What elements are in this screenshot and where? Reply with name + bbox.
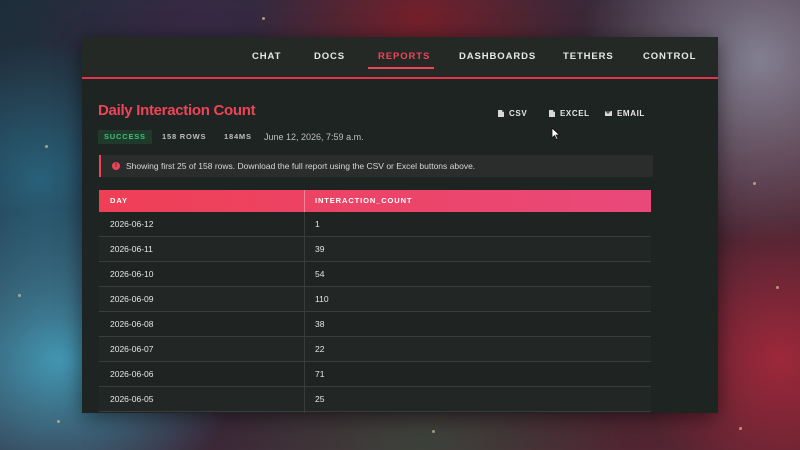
top-navigation: CHAT DOCS REPORTS DASHBOARDS TETHERS CON… xyxy=(82,37,718,79)
column-divider xyxy=(304,190,305,212)
column-divider xyxy=(304,312,305,336)
day-cell: 2026-06-10 xyxy=(110,269,154,279)
table-body: 2026-06-12 1 2026-06-11 39 2026-06-10 54 20… xyxy=(99,212,651,413)
table-row: 2026-06-08 38 xyxy=(99,312,651,337)
column-divider xyxy=(304,262,305,286)
count-cell: 39 xyxy=(315,244,325,254)
count-cell: 25 xyxy=(315,394,325,404)
background-speck xyxy=(45,145,48,148)
mouse-cursor-icon xyxy=(551,127,561,141)
email-button[interactable]: EMAIL xyxy=(605,107,645,121)
mail-icon xyxy=(605,111,612,117)
background-speck xyxy=(18,294,21,297)
background-speck xyxy=(776,286,779,289)
email-label: EMAIL xyxy=(617,109,645,118)
results-table: DAY INTERACTION_COUNT 2026-06-12 1 2026-0… xyxy=(99,190,651,413)
count-cell: 71 xyxy=(315,369,325,379)
nav-docs[interactable]: DOCS xyxy=(314,37,345,77)
row-count: 158 ROWS xyxy=(162,132,207,141)
app-window: CHAT DOCS REPORTS DASHBOARDS TETHERS CON… xyxy=(82,37,718,413)
count-cell: 22 xyxy=(315,344,325,354)
nav-control[interactable]: CONTROL xyxy=(643,37,696,77)
table-row: 2026-06-09 110 xyxy=(99,287,651,312)
count-cell: 110 xyxy=(315,294,329,304)
column-divider xyxy=(304,212,305,236)
report-timestamp: June 12, 2026, 7:59 a.m. xyxy=(264,132,364,142)
column-divider xyxy=(304,412,305,413)
truncation-notice: ! Showing first 25 of 158 rows. Download… xyxy=(99,155,653,177)
document-icon xyxy=(498,110,504,118)
csv-label: CSV xyxy=(509,109,528,118)
notice-text: Showing first 25 of 158 rows. Download t… xyxy=(126,161,476,171)
document-icon xyxy=(549,110,555,118)
table-row: 2026-06-06 71 xyxy=(99,362,651,387)
nav-dashboards[interactable]: DASHBOARDS xyxy=(459,37,536,77)
table-row: 2026-06-12 1 xyxy=(99,212,651,237)
day-cell: 2026-06-09 xyxy=(110,294,154,304)
background-speck xyxy=(739,427,742,430)
day-cell: 2026-06-06 xyxy=(110,369,154,379)
excel-button[interactable]: EXCEL xyxy=(549,107,590,121)
column-divider xyxy=(304,287,305,311)
background-speck xyxy=(57,420,60,423)
table-row: 2026-06-11 39 xyxy=(99,237,651,262)
column-divider xyxy=(304,337,305,361)
excel-label: EXCEL xyxy=(560,109,590,118)
query-duration: 184MS xyxy=(224,132,252,141)
day-cell: 2026-06-04 xyxy=(110,412,153,413)
column-header-day[interactable]: DAY xyxy=(110,190,128,212)
nav-reports[interactable]: REPORTS xyxy=(378,37,430,77)
count-cell: 1 xyxy=(315,219,320,229)
page-title: Daily Interaction Count xyxy=(98,102,256,119)
background-speck xyxy=(753,182,756,185)
column-header-interaction-count[interactable]: INTERACTION_COUNT xyxy=(315,190,412,212)
count-cell: 35 xyxy=(315,412,324,413)
status-badge: SUCCESS xyxy=(98,130,152,144)
table-row: 2026-06-04 35 xyxy=(99,412,651,413)
day-cell: 2026-06-08 xyxy=(110,319,154,329)
table-row: 2026-06-07 22 xyxy=(99,337,651,362)
day-cell: 2026-06-11 xyxy=(110,244,153,254)
nav-tethers[interactable]: TETHERS xyxy=(563,37,614,77)
csv-button[interactable]: CSV xyxy=(498,107,527,121)
active-nav-indicator xyxy=(368,67,434,69)
day-cell: 2026-06-05 xyxy=(110,394,154,404)
column-divider xyxy=(304,387,305,411)
table-header: DAY INTERACTION_COUNT xyxy=(99,190,651,212)
nav-chat[interactable]: CHAT xyxy=(252,37,281,77)
day-cell: 2026-06-07 xyxy=(110,344,154,354)
background-speck xyxy=(262,17,265,20)
background-speck xyxy=(432,430,435,433)
column-divider xyxy=(304,362,305,386)
count-cell: 38 xyxy=(315,319,325,329)
count-cell: 54 xyxy=(315,269,325,279)
day-cell: 2026-06-12 xyxy=(110,219,154,229)
alert-icon: ! xyxy=(112,162,120,170)
column-divider xyxy=(304,237,305,261)
table-row: 2026-06-05 25 xyxy=(99,387,651,412)
table-row: 2026-06-10 54 xyxy=(99,262,651,287)
